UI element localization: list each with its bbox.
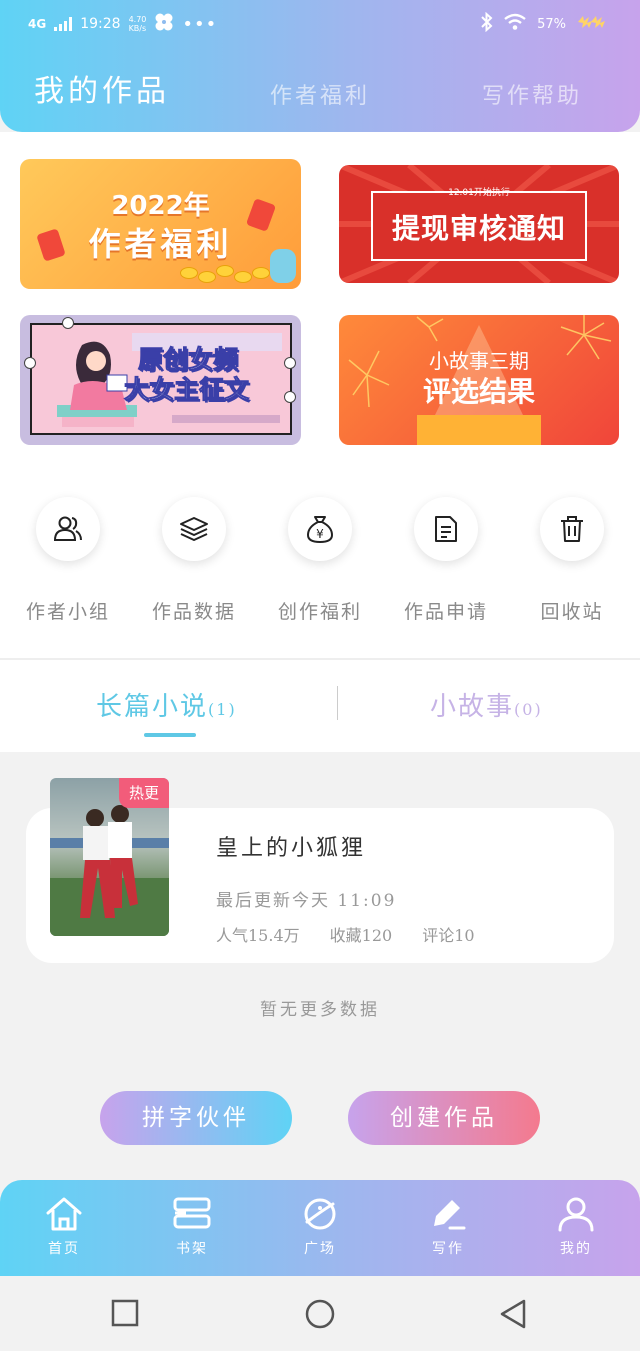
banner-year: 2022年 — [111, 191, 210, 221]
tab-count: (1) — [208, 700, 237, 719]
banner-line2: 大女主征文 — [123, 375, 250, 405]
tab-separator — [337, 686, 338, 720]
content-panel: 2022年 作者福利 12.01开始执行 提现审核通知 原创女频 大女主征文 小… — [0, 132, 640, 752]
write-icon — [434, 1200, 466, 1230]
signal-icon — [54, 17, 73, 31]
banner-story-results[interactable]: 小故事三期 评选结果 — [339, 315, 619, 445]
battery-percent: 57% — [537, 16, 566, 32]
shortcut-label: 回收站 — [540, 601, 604, 623]
shortcut-label: 作品数据 — [151, 601, 236, 623]
nav-bookshelf[interactable]: 书架 — [152, 1196, 232, 1258]
svg-text:¥: ¥ — [316, 527, 324, 541]
selection-handle[interactable] — [284, 357, 296, 369]
active-tab-indicator — [144, 733, 196, 737]
users-icon — [53, 516, 82, 541]
banner-subtitle: 12.01开始执行 — [448, 188, 510, 198]
money-bag-icon: ¥ — [306, 516, 334, 544]
book-stats: 人气15.4万 收藏120 评论10 — [216, 922, 475, 946]
back-icon[interactable] — [498, 1298, 528, 1330]
selection-handle[interactable] — [24, 357, 36, 369]
coin-icon — [252, 267, 270, 279]
home-icon — [46, 1197, 82, 1231]
coin-icon — [234, 271, 252, 283]
shortcut-work-application[interactable]: 作品申请 — [382, 497, 510, 624]
coin-icon — [198, 271, 216, 283]
planet-icon — [304, 1198, 336, 1230]
shortcut-label: 创作福利 — [277, 601, 362, 623]
tab-my-works[interactable]: 我的作品 — [34, 66, 170, 110]
create-work-button[interactable]: 创建作品 — [348, 1091, 540, 1145]
recent-apps-icon[interactable] — [110, 1298, 140, 1328]
shortcut-row: 作者小组 作品数据 ¥ 创作福利 作品申请 回收站 — [0, 497, 640, 637]
network-speed: 4.70 KB/s — [128, 15, 147, 33]
status-time: 19:28 — [80, 16, 121, 32]
banner-withdrawal-notice[interactable]: 12.01开始执行 提现审核通知 — [339, 165, 619, 283]
home-circle-icon[interactable] — [304, 1298, 336, 1330]
piggy-jar-icon — [270, 249, 296, 283]
writing-partner-button[interactable]: 拼字伙伴 — [100, 1091, 292, 1145]
battery-icon — [576, 15, 606, 33]
nav-home[interactable]: 首页 — [24, 1196, 104, 1258]
trash-icon — [561, 516, 583, 542]
shortcut-creation-benefits[interactable]: ¥ 创作福利 — [256, 497, 384, 624]
selection-handle[interactable] — [62, 317, 74, 329]
nav-label: 我的 — [560, 1241, 592, 1257]
top-tabs: 我的作品 作者福利 写作帮助 — [0, 66, 640, 116]
book-favorites: 收藏120 — [329, 926, 393, 945]
coin-icon — [180, 267, 198, 279]
nav-write[interactable]: 写作 — [408, 1196, 488, 1258]
shortcut-recycle-bin[interactable]: 回收站 — [508, 497, 636, 624]
bluetooth-icon — [481, 11, 493, 36]
tab-writing-help[interactable]: 写作帮助 — [482, 78, 582, 110]
document-icon — [435, 516, 457, 542]
fan-icon — [154, 12, 174, 36]
network-label: 4G — [28, 17, 47, 31]
book-cover[interactable]: 热更 — [50, 778, 169, 936]
selection-handle[interactable] — [284, 391, 296, 403]
contest-stripe — [172, 415, 280, 423]
book-title[interactable]: 皇上的小狐狸 — [216, 830, 366, 862]
stage-block — [417, 415, 541, 445]
nav-label: 首页 — [48, 1241, 80, 1257]
nav-label: 写作 — [432, 1241, 464, 1257]
nav-label: 书架 — [176, 1241, 208, 1257]
bottom-nav: 首页 书架 广场 写作 我的 — [0, 1180, 640, 1276]
banner-title: 作者福利 — [88, 225, 233, 263]
banner-title: 提现审核通知 — [391, 212, 566, 245]
shortcut-label: 作者小组 — [25, 601, 110, 623]
banner-author-benefits[interactable]: 2022年 作者福利 — [20, 159, 301, 289]
coin-icon — [216, 265, 234, 277]
shortcut-author-group[interactable]: 作者小组 — [4, 497, 132, 624]
no-more-data: 暂无更多数据 — [260, 1000, 380, 1020]
tab-author-benefits[interactable]: 作者福利 — [270, 78, 370, 110]
shortcut-work-data[interactable]: 作品数据 — [130, 497, 258, 624]
profile-icon — [558, 1197, 594, 1232]
bookshelf-icon — [173, 1197, 211, 1229]
tab-count: (0) — [514, 700, 543, 719]
banner-female-contest[interactable]: 原创女频 大女主征文 — [20, 315, 301, 445]
wifi-icon — [503, 13, 527, 35]
hot-update-badge: 热更 — [119, 778, 169, 808]
banner-line2: 评选结果 — [422, 375, 535, 408]
shortcut-label: 作品申请 — [403, 601, 488, 623]
book-popularity: 人气15.4万 — [216, 926, 300, 945]
tab-long-novel[interactable]: 长篇小说(1) — [96, 686, 237, 723]
tab-short-story[interactable]: 小故事(0) — [430, 686, 543, 723]
nav-square[interactable]: 广场 — [280, 1196, 360, 1258]
book-comments: 评论10 — [422, 926, 475, 945]
nav-profile[interactable]: 我的 — [536, 1196, 616, 1258]
layers-icon — [180, 517, 208, 541]
book-last-update: 最后更新今天 11:09 — [216, 891, 397, 911]
header: 4G 19:28 4.70 KB/s ••• 57% 我的作品 作者福利 写作帮助 — [0, 0, 640, 132]
more-dots: ••• — [182, 13, 218, 35]
nav-label: 广场 — [304, 1241, 336, 1257]
system-nav-bar — [0, 1276, 640, 1351]
status-bar: 4G 19:28 4.70 KB/s ••• 57% — [0, 0, 640, 50]
work-type-tabs: 长篇小说(1) 小故事(0) — [0, 660, 640, 750]
